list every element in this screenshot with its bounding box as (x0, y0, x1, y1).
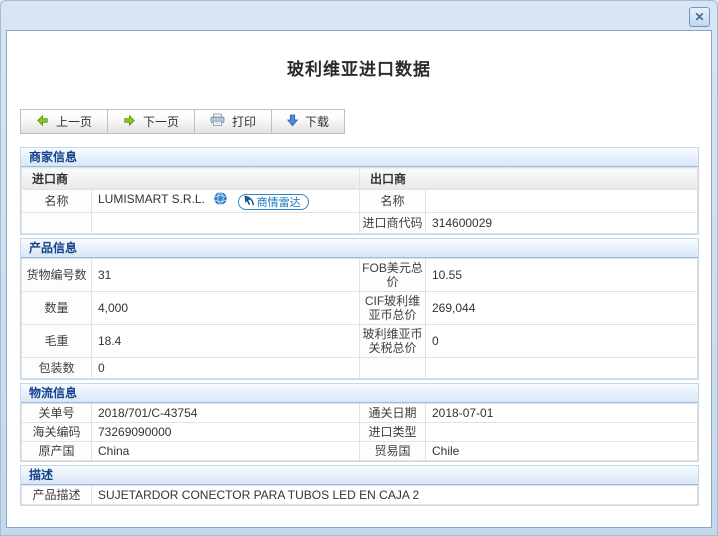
table-row: 货物编号数 31 FOB美元总价 10.55 (21, 258, 698, 292)
gross-weight-label: 毛重 (21, 324, 92, 358)
empty-label (359, 357, 426, 379)
cif-total-label: CIF玻利维亚币总价 (359, 291, 426, 325)
exporter-name-value (425, 189, 698, 213)
table-row: 毛重 18.4 玻利维亚币关税总价 0 (21, 324, 698, 358)
merchant-group-header-row: 进口商 出口商 (20, 167, 698, 190)
trade-country-label: 贸易国 (359, 441, 426, 461)
download-button[interactable]: 下载 (272, 109, 346, 134)
clearance-date-label: 通关日期 (359, 403, 426, 423)
prev-page-button[interactable]: 上一页 (20, 109, 109, 134)
section-logistics-title: 物流信息 (21, 384, 698, 403)
customs-no-value: 2018/701/C-43754 (91, 403, 360, 423)
import-type-value (425, 422, 698, 442)
product-description-label: 产品描述 (21, 485, 92, 505)
next-page-button[interactable]: 下一页 (108, 109, 196, 134)
section-merchant-title: 商家信息 (21, 148, 698, 167)
prev-page-label: 上一页 (56, 115, 93, 129)
logistics-table: 关单号 2018/701/C-43754 通关日期 2018-07-01 海关编… (21, 403, 698, 461)
print-label: 打印 (232, 115, 257, 129)
customs-no-label: 关单号 (21, 403, 92, 423)
next-page-label: 下一页 (143, 115, 180, 129)
close-button[interactable]: ✕ (689, 7, 710, 27)
importer-name-cell: LUMISMART S.R.L. 商情雷达 (90, 189, 361, 213)
exporter-name-label: 名称 (359, 189, 427, 213)
tax-total-value: 0 (425, 324, 698, 358)
globe-icon[interactable] (214, 192, 227, 208)
clearance-date-value: 2018-07-01 (425, 403, 698, 423)
section-product: 产品信息 货物编号数 31 FOB美元总价 10.55 数量 4,000 CIF… (20, 238, 699, 380)
importer-code-label: 进口商代码 (359, 212, 427, 234)
description-table: 产品描述 SUJETARDOR CONECTOR PARA TUBOS LED … (21, 485, 698, 505)
dialog-window: ✕ 玻利维亚进口数据 上一页 下一页 打印 下载 商家信息 进口商 出口商 名称… (0, 0, 718, 536)
page-title: 玻利维亚进口数据 (287, 60, 431, 79)
importer-name-value: LUMISMART S.R.L. (98, 192, 205, 206)
trade-country-value: Chile (425, 441, 698, 461)
hs-code-label: 海关编码 (21, 422, 92, 442)
cargo-count-label: 货物编号数 (21, 258, 92, 292)
table-row: 产品描述 SUJETARDOR CONECTOR PARA TUBOS LED … (21, 485, 698, 505)
table-row: 进口商代码 314600029 (21, 212, 698, 234)
importer-name-label: 名称 (21, 189, 92, 213)
section-product-title: 产品信息 (21, 239, 698, 258)
gross-weight-value: 18.4 (91, 324, 360, 358)
arrow-down-icon (286, 114, 299, 130)
table-row: 数量 4,000 CIF玻利维亚币总价 269,044 (21, 291, 698, 325)
table-row: 关单号 2018/701/C-43754 通关日期 2018-07-01 (21, 403, 698, 423)
section-description-title: 描述 (21, 466, 698, 485)
print-button[interactable]: 打印 (195, 109, 273, 134)
close-icon: ✕ (694, 9, 705, 24)
section-merchant: 商家信息 进口商 出口商 名称 LUMISMART S.R.L. 商情雷达 名称… (20, 147, 699, 235)
fob-usd-value: 10.55 (425, 258, 698, 292)
radar-badge-label: 商情雷达 (256, 197, 301, 209)
hs-code-value: 73269090000 (91, 422, 360, 442)
empty-value (90, 212, 361, 234)
package-count-label: 包装数 (21, 357, 92, 379)
importer-code-value: 314600029 (425, 212, 698, 234)
import-type-label: 进口类型 (359, 422, 426, 442)
table-row: 名称 LUMISMART S.R.L. 商情雷达 名称 (21, 189, 698, 213)
importer-group-header: 进口商 (20, 167, 361, 190)
cif-total-value: 269,044 (425, 291, 698, 325)
exporter-group-header: 出口商 (359, 167, 698, 190)
cargo-count-value: 31 (91, 258, 360, 292)
section-description: 描述 产品描述 SUJETARDOR CONECTOR PARA TUBOS L… (20, 465, 699, 506)
section-logistics: 物流信息 关单号 2018/701/C-43754 通关日期 2018-07-0… (20, 383, 699, 462)
origin-country-label: 原产国 (21, 441, 92, 461)
dialog-body: 玻利维亚进口数据 上一页 下一页 打印 下载 商家信息 进口商 出口商 名称 L… (6, 30, 712, 528)
merchant-table: 进口商 出口商 名称 LUMISMART S.R.L. 商情雷达 名称 进口商代… (20, 167, 698, 234)
table-row: 原产国 China 贸易国 Chile (21, 441, 698, 461)
arrow-left-icon (36, 114, 49, 130)
tax-total-label: 玻利维亚币关税总价 (359, 324, 426, 358)
printer-icon (210, 113, 225, 130)
empty-value (425, 357, 698, 379)
toolbar: 上一页 下一页 打印 下载 (20, 109, 346, 134)
radar-icon (243, 195, 254, 209)
arrow-right-icon (123, 114, 136, 130)
product-description-value: SUJETARDOR CONECTOR PARA TUBOS LED EN CA… (91, 485, 698, 505)
package-count-value: 0 (91, 357, 360, 379)
radar-badge-button[interactable]: 商情雷达 (237, 194, 309, 210)
empty-label (21, 212, 92, 234)
product-table: 货物编号数 31 FOB美元总价 10.55 数量 4,000 CIF玻利维亚币… (21, 258, 698, 379)
table-row: 海关编码 73269090000 进口类型 (21, 422, 698, 442)
download-label: 下载 (305, 115, 330, 129)
table-row: 包装数 0 (21, 357, 698, 379)
quantity-label: 数量 (21, 291, 92, 325)
quantity-value: 4,000 (91, 291, 360, 325)
fob-usd-label: FOB美元总价 (359, 258, 426, 292)
origin-country-value: China (91, 441, 360, 461)
